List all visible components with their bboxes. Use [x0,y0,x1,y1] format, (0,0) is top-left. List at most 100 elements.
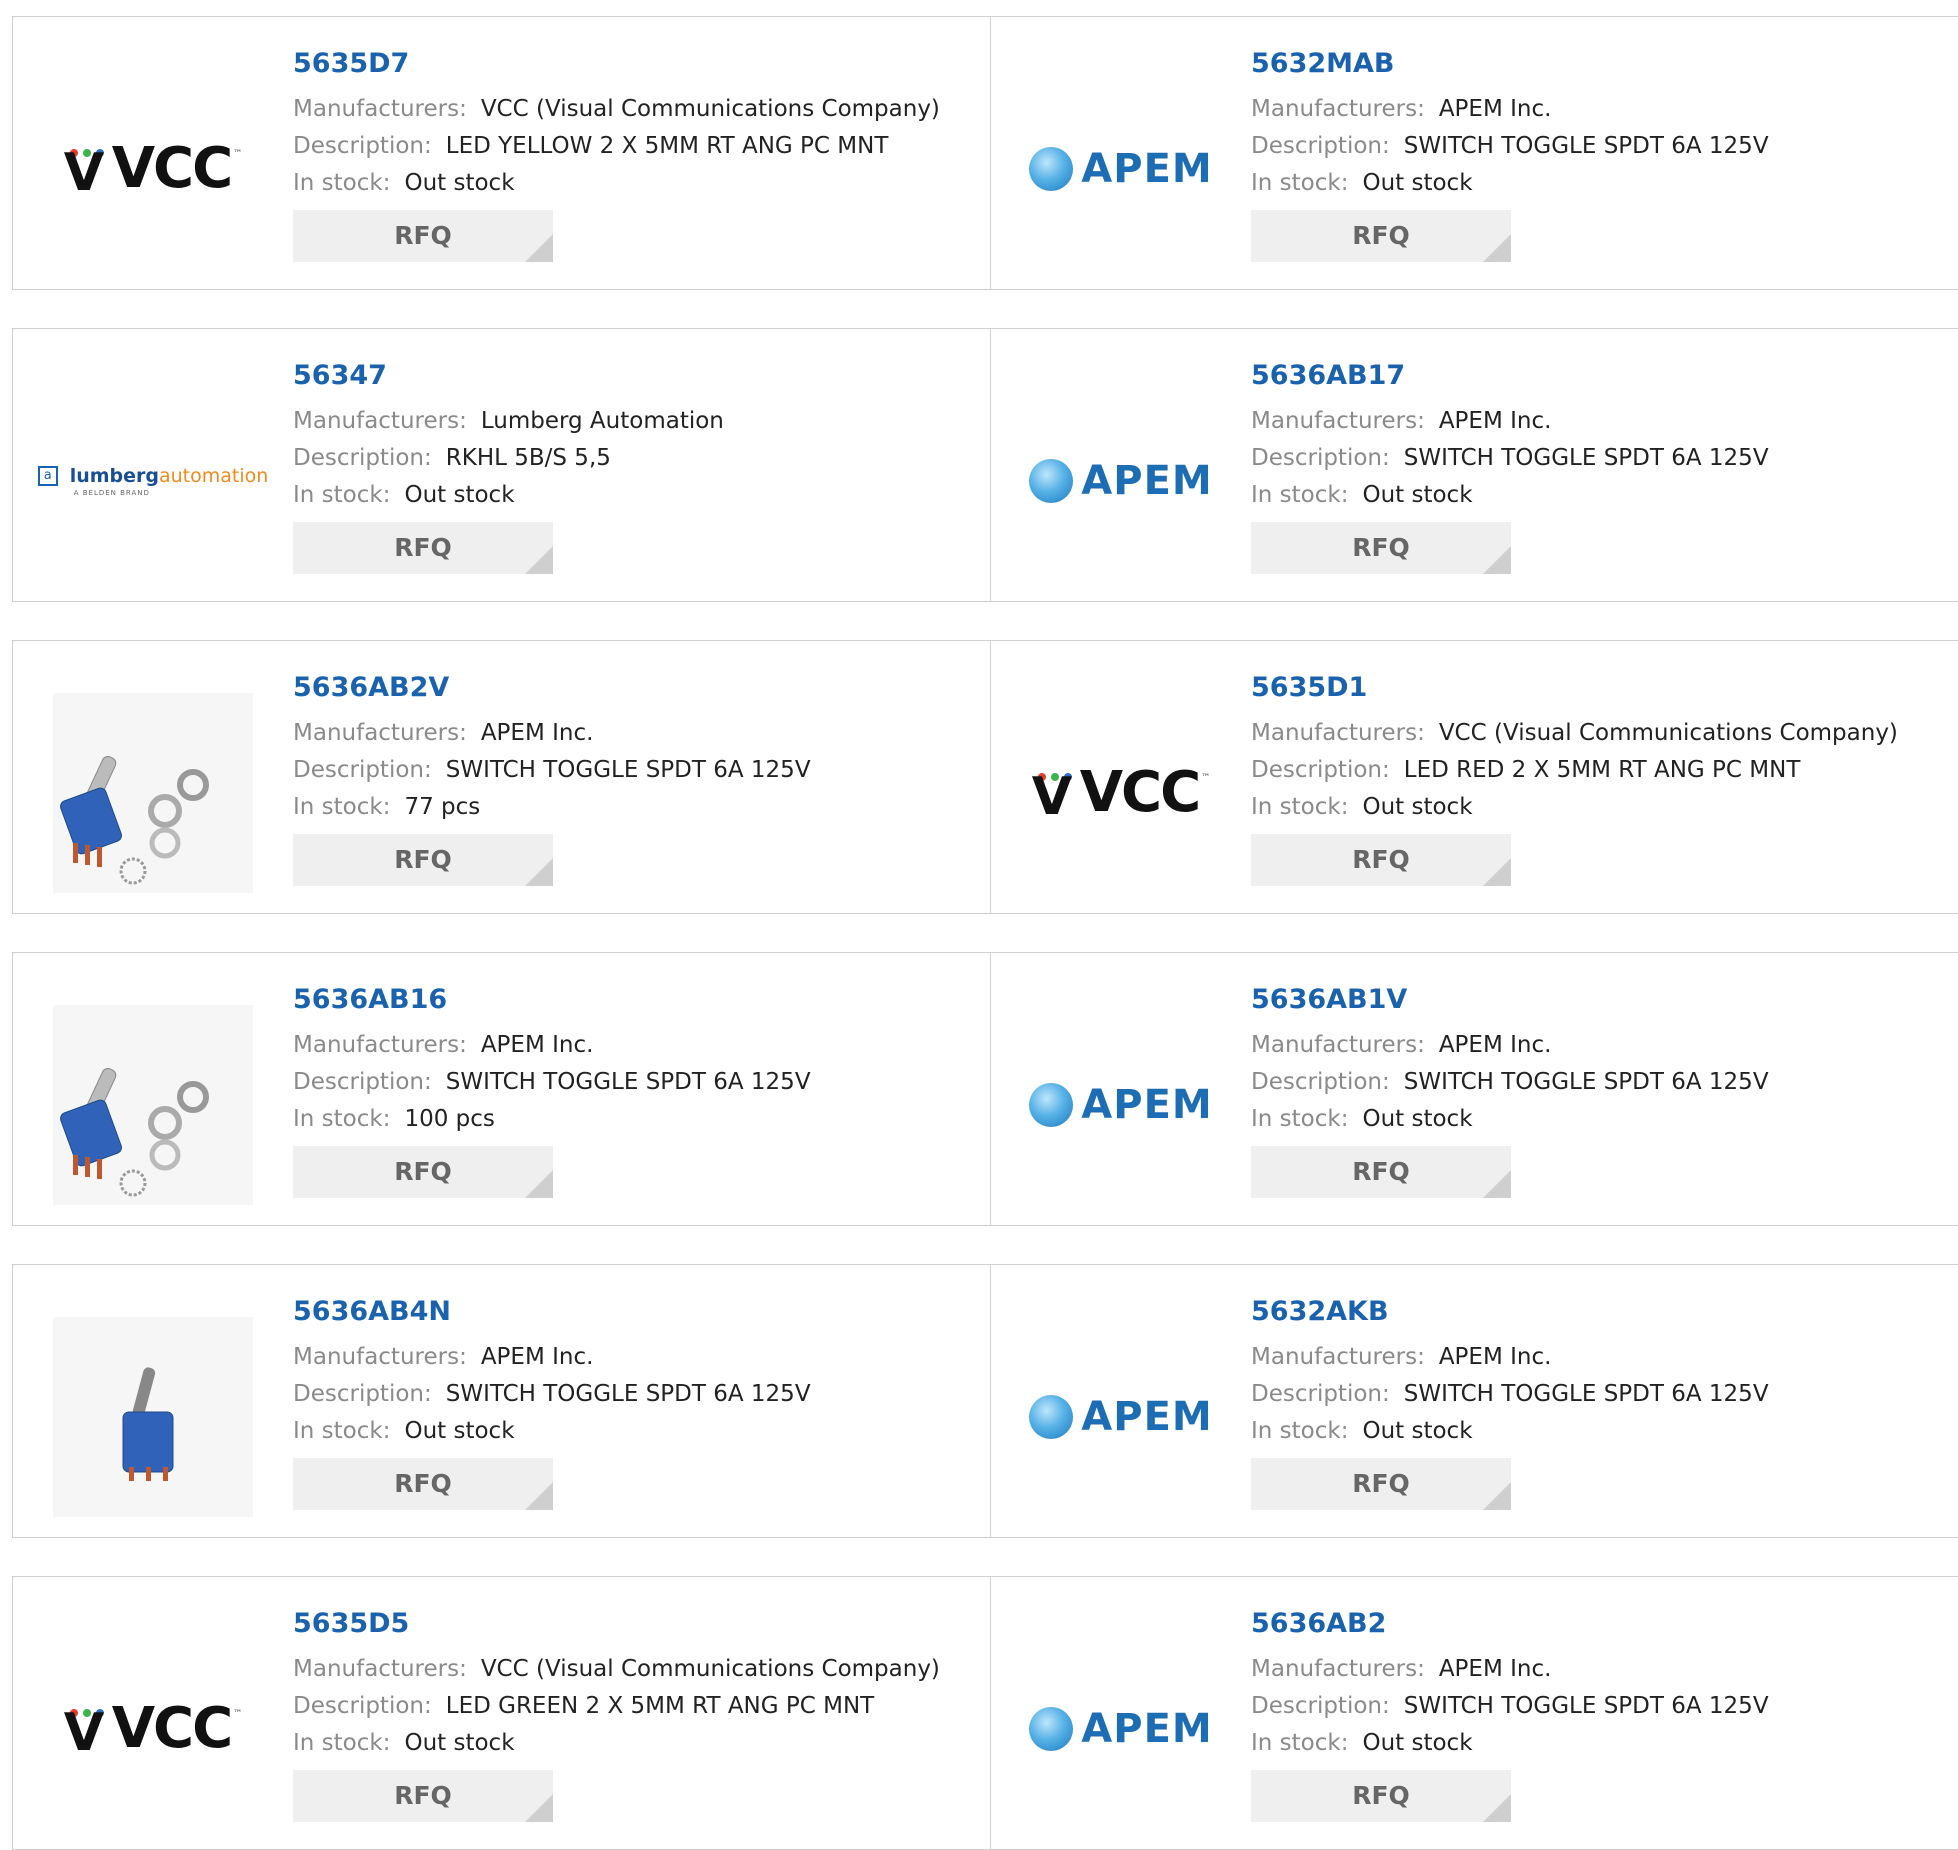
manufacturer-logo[interactable]: APEM [1021,1317,1221,1517]
rfq-corner-icon [1483,858,1511,886]
description-line: Description: SWITCH TOGGLE SPDT 6A 125V [1251,128,1769,165]
rfq-button[interactable]: RFQ [293,1770,553,1822]
product-row: a lumberg automation A BELDEN BRAND 56347… [12,328,1958,602]
manufacturer-logo[interactable] [53,1317,253,1517]
part-number-link[interactable]: 5635D5 [293,1605,940,1643]
product-card: 5636AB16 Manufacturers: APEM Inc. Descrip… [13,953,991,1225]
product-card: APEM 5632MAB Manufacturers: APEM Inc. Des… [991,17,1958,289]
manufacturer-logo[interactable]: APEM [1021,1629,1221,1829]
part-number-link[interactable]: 5636AB1V [1251,981,1769,1019]
part-number-link[interactable]: 5632AKB [1251,1293,1769,1331]
manufacturer-logo[interactable]: APEM [1021,381,1221,581]
vcc-logo-tm: ™ [233,1709,243,1719]
manufacturer-logo[interactable]: V VCC ™ [1021,693,1221,893]
description-value: SWITCH TOGGLE SPDT 6A 125V [1403,1381,1769,1407]
apem-logo-text: APEM [1081,458,1213,504]
part-number-link[interactable]: 5635D7 [293,45,940,83]
manufacturer-value: VCC (Visual Communications Company) [480,96,940,122]
description-value: LED YELLOW 2 X 5MM RT ANG PC MNT [445,133,889,159]
product-card: APEM 5636AB1V Manufacturers: APEM Inc. De… [991,953,1958,1225]
rfq-corner-icon [1483,234,1511,262]
lumberg-logo-text: lumberg [69,465,159,487]
rfq-label: RFQ [394,1781,452,1810]
product-row: 5636AB4N Manufacturers: APEM Inc. Descrip… [12,1264,1958,1538]
apem-logo-ball-icon [1029,1707,1074,1751]
manufacturer-logo[interactable]: APEM [1021,69,1221,269]
manufacturer-line: Manufacturers: APEM Inc. [1251,1339,1769,1376]
rfq-corner-icon [1483,546,1511,574]
product-photo [53,1317,253,1517]
rfq-button[interactable]: RFQ [1251,1770,1511,1822]
apem-logo: APEM [1029,458,1212,504]
rfq-label: RFQ [1352,1469,1410,1498]
stock-value: Out stock [404,1418,515,1444]
stock-label: In stock: [1251,170,1349,196]
rfq-button[interactable]: RFQ [293,522,553,574]
description-value: SWITCH TOGGLE SPDT 6A 125V [445,1069,811,1095]
part-number-link[interactable]: 5632MAB [1251,45,1769,83]
rfq-button[interactable]: RFQ [293,834,553,886]
rfq-label: RFQ [1352,845,1410,874]
part-number-link[interactable]: 5636AB16 [293,981,811,1019]
manufacturer-line: Manufacturers: APEM Inc. [1251,1027,1769,1064]
description-line: Description: SWITCH TOGGLE SPDT 6A 125V [1251,1064,1769,1101]
vcc-logo-text: VCC [111,136,234,201]
manufacturer-label: Manufacturers: [1251,1656,1425,1682]
product-info: 5636AB1V Manufacturers: APEM Inc. Descrip… [1251,981,1769,1198]
rfq-label: RFQ [1352,1157,1410,1186]
manufacturer-logo[interactable]: V VCC ™ [53,69,253,269]
part-number-link[interactable]: 56347 [293,357,724,395]
rfq-button[interactable]: RFQ [1251,834,1511,886]
rfq-button[interactable]: RFQ [1251,1458,1511,1510]
rfq-button[interactable]: RFQ [293,1458,553,1510]
apem-logo: APEM [1029,146,1212,192]
rfq-button[interactable]: RFQ [1251,522,1511,574]
manufacturer-logo[interactable]: V VCC ™ [53,1629,253,1829]
stock-line: In stock: Out stock [1251,1413,1769,1450]
part-number-link[interactable]: 5635D1 [1251,669,1898,707]
description-label: Description: [293,757,432,783]
rfq-button[interactable]: RFQ [293,210,553,262]
manufacturer-logo[interactable] [53,693,253,893]
part-number-link[interactable]: 5636AB4N [293,1293,811,1331]
part-number-link[interactable]: 5636AB2V [293,669,811,707]
product-info: 56347 Manufacturers: Lumberg Automation D… [293,357,724,574]
product-info: 5636AB16 Manufacturers: APEM Inc. Descrip… [293,981,811,1198]
manufacturer-line: Manufacturers: VCC (Visual Communications… [293,91,940,128]
product-row: 5636AB16 Manufacturers: APEM Inc. Descrip… [12,952,1958,1226]
description-value: SWITCH TOGGLE SPDT 6A 125V [1403,1069,1769,1095]
stock-line: In stock: Out stock [1251,1101,1769,1138]
product-row: V VCC ™ 5635D7 Manufacturers: VCC (Visual… [12,16,1958,290]
product-info: 5636AB2 Manufacturers: APEM Inc. Descript… [1251,1605,1769,1822]
rfq-corner-icon [525,1482,553,1510]
stock-value: Out stock [404,1730,515,1756]
description-value: SWITCH TOGGLE SPDT 6A 125V [445,757,811,783]
manufacturer-logo[interactable]: APEM [1021,1005,1221,1205]
description-label: Description: [293,445,432,471]
description-value: SWITCH TOGGLE SPDT 6A 125V [1403,445,1769,471]
stock-line: In stock: Out stock [293,1725,940,1762]
product-card: V VCC ™ 5635D7 Manufacturers: VCC (Visual… [13,17,991,289]
product-card: APEM 5636AB2 Manufacturers: APEM Inc. Des… [991,1577,1958,1849]
description-label: Description: [1251,1693,1390,1719]
stock-label: In stock: [293,794,391,820]
part-number-link[interactable]: 5636AB2 [1251,1605,1769,1643]
manufacturer-label: Manufacturers: [1251,96,1425,122]
stock-value: 77 pcs [404,794,481,820]
stock-value: Out stock [404,482,515,508]
manufacturer-value: APEM Inc. [1438,96,1552,122]
product-info: 5636AB17 Manufacturers: APEM Inc. Descrip… [1251,357,1769,574]
part-number-link[interactable]: 5636AB17 [1251,357,1769,395]
description-label: Description: [1251,1069,1390,1095]
manufacturer-logo[interactable] [53,1005,253,1205]
stock-line: In stock: Out stock [293,477,724,514]
product-row: V VCC ™ 5635D5 Manufacturers: VCC (Visual… [12,1576,1958,1850]
lumberg-logo-accent: automation [159,465,269,487]
rfq-button[interactable]: RFQ [1251,1146,1511,1198]
rfq-corner-icon [525,1170,553,1198]
description-label: Description: [293,1069,432,1095]
manufacturer-line: Manufacturers: APEM Inc. [1251,91,1769,128]
rfq-button[interactable]: RFQ [293,1146,553,1198]
rfq-button[interactable]: RFQ [1251,210,1511,262]
manufacturer-logo[interactable]: a lumberg automation A BELDEN BRAND [37,381,268,581]
